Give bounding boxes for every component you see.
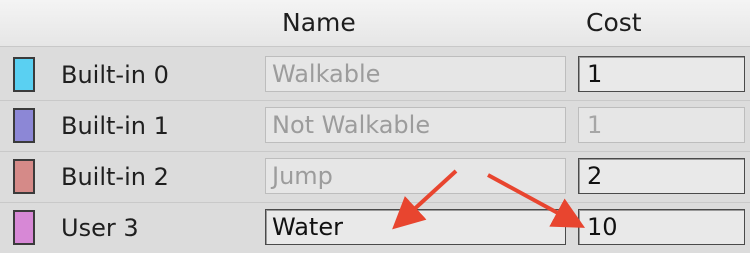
annotation-arrows	[392, 169, 586, 230]
annotation-arrow-to-name	[392, 169, 458, 230]
annotation-arrow-to-cost	[487, 173, 586, 228]
